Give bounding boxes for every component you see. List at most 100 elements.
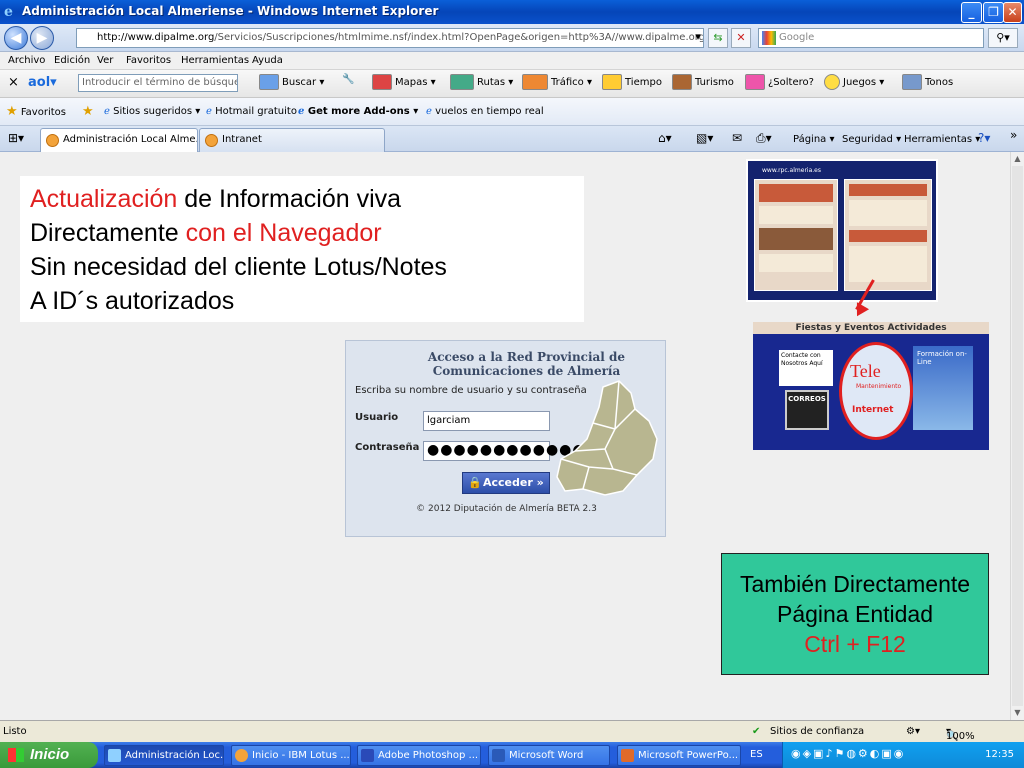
cmd-pagina-label: Página [793, 134, 827, 145]
back-button[interactable]: ◀ [4, 26, 28, 50]
menu-ayuda[interactable]: Ayuda [252, 55, 283, 66]
cmd-seguridad[interactable]: Seguridad ▾ [842, 134, 901, 145]
fav-get-more-addons[interactable]: ℯ Get more Add-ons ▾ [298, 106, 418, 117]
search-input[interactable]: Google [758, 28, 984, 48]
toolbar-trafico[interactable]: Tráfico ▾ [522, 74, 592, 90]
menu-herramientas[interactable]: Herramientas [181, 55, 249, 66]
menu-archivo[interactable]: Archivo [8, 55, 45, 66]
toolbar-tonos[interactable]: Tonos [902, 74, 953, 90]
thumb-tele-label: Tele [850, 361, 881, 381]
fav-vuelos[interactable]: ℯ vuelos en tiempo real [426, 106, 544, 117]
site-favicon-icon [205, 134, 218, 147]
language-indicator[interactable]: ES [750, 749, 763, 760]
toolbar-mapas[interactable]: Mapas ▾ [372, 74, 436, 90]
clock[interactable]: 12:35 [985, 749, 1014, 760]
fav-sitios-sugeridos[interactable]: ℯ Sitios sugeridos ▾ [104, 106, 200, 117]
aol-search-input[interactable]: Introducir el término de búsqueda [78, 74, 238, 92]
scroll-up-icon[interactable]: ▲ [1011, 152, 1024, 165]
taskbar-powerpoint[interactable]: Microsoft PowerPo... [617, 745, 741, 766]
toolbar-mapas-label: Mapas [395, 77, 428, 88]
help-icon[interactable]: ?▾ [978, 131, 990, 145]
toolbar-turismo[interactable]: Turismo [672, 74, 734, 90]
zoom-level: 100% [946, 731, 975, 742]
toolbar-tiempo-label: Tiempo [625, 77, 662, 88]
refresh-icon[interactable]: ⇆ [708, 28, 728, 48]
menu-favoritos[interactable]: Favoritos [126, 55, 171, 66]
status-text: Listo [3, 726, 27, 737]
toolbar-soltero[interactable]: ¿Soltero? [745, 74, 814, 90]
chevron-more-icon[interactable]: » [1010, 128, 1017, 142]
aol-toolbar: × aol▾ Introducir el término de búsqueda… [0, 70, 1024, 98]
add-favorite-icon[interactable]: ★ [82, 104, 94, 119]
tab-administracion[interactable]: Administración Local Alme... [40, 128, 198, 152]
toolbar-rutas[interactable]: Rutas ▾ [450, 74, 513, 90]
traffic-icon [522, 74, 548, 90]
tab-administracion-label: Administración Local Alme... [63, 134, 198, 145]
fav-hotmail[interactable]: ℯ Hotmail gratuito [206, 106, 297, 117]
url-dropdown-icon[interactable]: ▾ [688, 28, 708, 48]
buscar-button[interactable]: Buscar ▾ [259, 74, 324, 90]
feeds-icon[interactable]: ▧▾ [696, 131, 713, 145]
print-icon[interactable]: ⎙▾ [756, 131, 772, 146]
ie-icon: e [4, 4, 13, 20]
cmd-pagina[interactable]: Página ▾ [793, 134, 835, 145]
home-icon[interactable]: ⌂▾ [658, 131, 672, 145]
toolbar-tiempo[interactable]: Tiempo [602, 74, 662, 90]
security-zone[interactable]: Sitios de confianza [770, 726, 864, 737]
info-line-3: Sin necesidad del cliente Lotus/Notes [30, 253, 447, 281]
scroll-down-icon[interactable]: ▼ [1011, 706, 1024, 719]
aol-logo-icon[interactable]: aol▾ [28, 75, 57, 90]
heart-icon [745, 74, 765, 90]
menu-ver[interactable]: Ver [97, 55, 113, 66]
close-button[interactable]: ✕ [1003, 2, 1022, 23]
minimize-button[interactable]: _ [961, 2, 982, 23]
scroll-thumb[interactable] [1012, 166, 1023, 706]
info-line1-rest: de Información viva [177, 185, 402, 213]
login-subtitle: Escriba su nombre de usuario y su contra… [355, 385, 587, 396]
quick-tabs-icon[interactable]: ⊞▾ [8, 131, 24, 145]
thumb-header: Fiestas y Eventos Actividades [753, 322, 989, 334]
ie-icon [108, 749, 121, 762]
ctrl-f12-callout: También Directamente Página Entidad Ctrl… [721, 553, 989, 675]
info-directamente: Directamente [30, 219, 186, 247]
services-thumbnail: Fiestas y Eventos Actividades Contacte c… [753, 322, 989, 450]
maximize-button[interactable]: ❐ [983, 2, 1004, 23]
toolbar-tonos-label: Tonos [925, 77, 954, 88]
vertical-scrollbar[interactable]: ▲ ▼ [1010, 152, 1024, 720]
password-input[interactable]: ●●●●●●●●●●●●● [423, 441, 598, 461]
info-line-4: A ID´s autorizados [30, 287, 235, 315]
acceder-label: Acceder [483, 476, 533, 489]
search-go-icon[interactable]: ⚲▾ [988, 28, 1018, 48]
start-button[interactable]: Inicio [0, 742, 98, 768]
toolbar-soltero-label: ¿Soltero? [768, 77, 814, 88]
username-input[interactable]: lgarciam [423, 411, 550, 431]
acceder-button[interactable]: 🔒 Acceder » [462, 472, 550, 494]
toolbar-close-icon[interactable]: × [8, 75, 19, 90]
forward-button[interactable]: ▶ [30, 26, 54, 50]
thumb-left-column [754, 179, 838, 291]
wrench-icon[interactable]: 🔧 [342, 74, 354, 85]
taskbar-ie[interactable]: Administración Loc... [104, 745, 224, 766]
cmd-herramientas[interactable]: Herramientas ▾ [904, 134, 980, 145]
protected-mode-icon[interactable]: ⚙▾ [906, 726, 920, 737]
rpc-page-thumbnail: www.rpc.almeria.es [746, 159, 938, 302]
toolbar-juegos[interactable]: Juegos ▾ [824, 74, 884, 90]
url-path: /Servicios/Suscripciones/htmlmime.nsf/in… [214, 32, 704, 43]
tab-intranet[interactable]: Intranet [199, 128, 385, 152]
taskbar-photoshop[interactable]: Adobe Photoshop ... [357, 745, 481, 766]
tray-icons[interactable]: ◉◈▣♪⚑◍⚙◐▣◉ [791, 747, 905, 760]
taskbar-word[interactable]: Microsoft Word [488, 745, 610, 766]
buscar-label: Buscar [282, 77, 317, 88]
toolbar-juegos-label: Juegos [843, 77, 877, 88]
photoshop-icon [361, 749, 374, 762]
taskbar-lotus[interactable]: Inicio - IBM Lotus ... [231, 745, 351, 766]
favorites-button[interactable]: ★ Favoritos [6, 104, 66, 119]
tab-intranet-label: Intranet [222, 134, 262, 145]
url-host: http://www.dipalme.org [97, 32, 215, 43]
url-input[interactable]: http://www.dipalme.org/Servicios/Suscrip… [76, 28, 704, 48]
mail-icon[interactable]: ✉ [732, 131, 742, 145]
start-label: Inicio [30, 746, 70, 763]
stop-icon[interactable]: ✕ [731, 28, 751, 48]
zoom-control[interactable]: 🔍 100% ▾ [946, 726, 975, 742]
menu-edicion[interactable]: Edición [54, 55, 90, 66]
